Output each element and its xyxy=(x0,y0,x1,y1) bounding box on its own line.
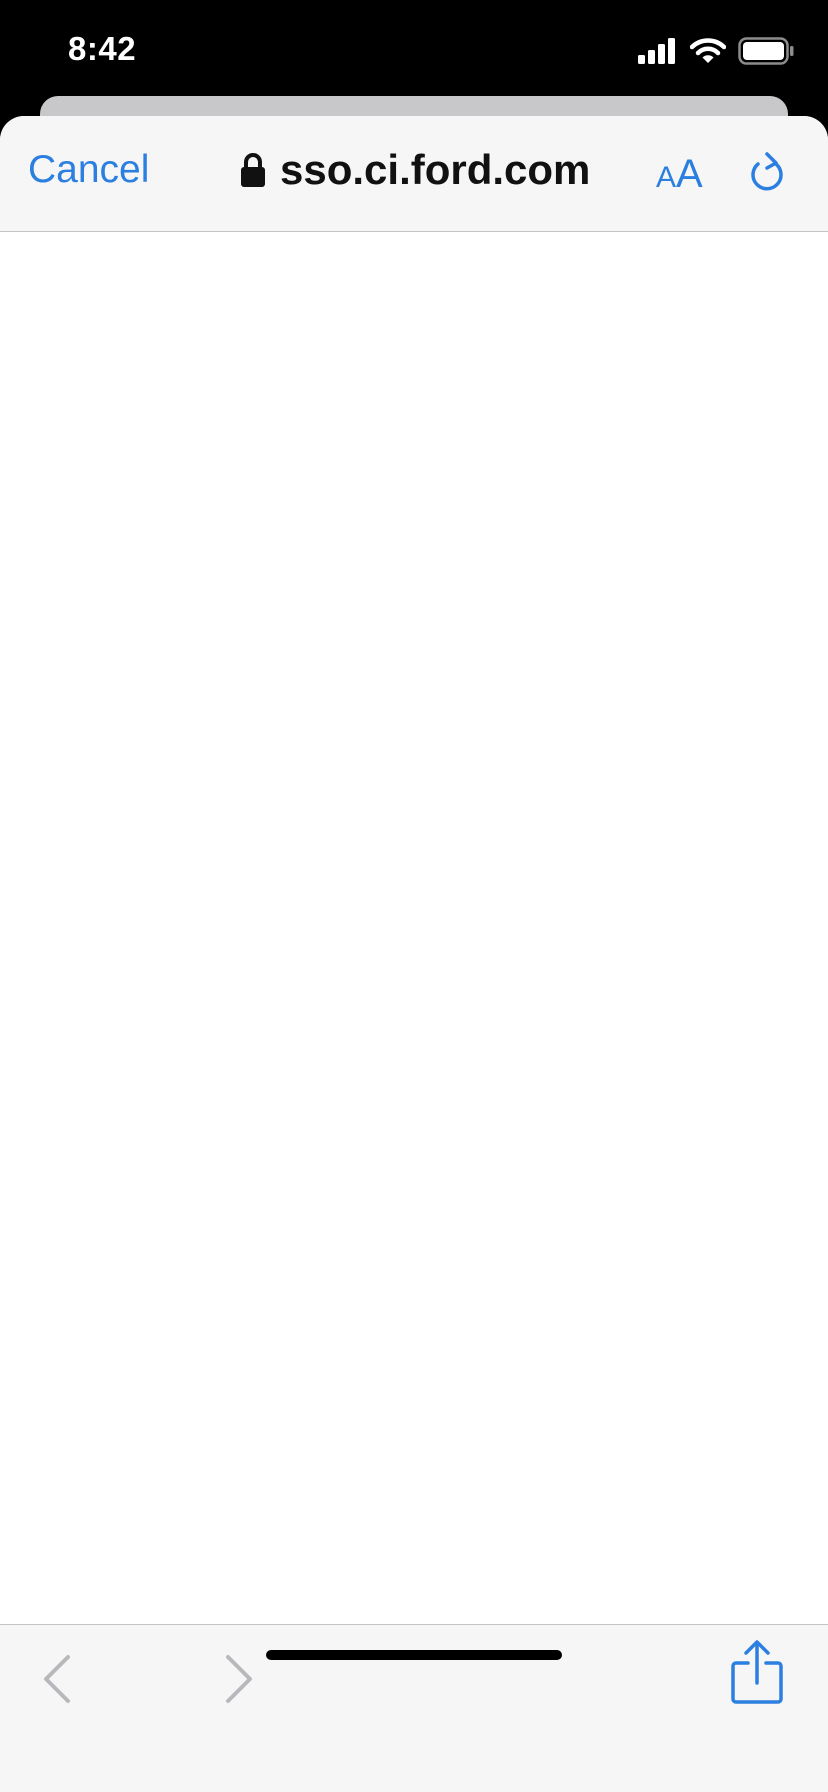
text-size-button[interactable]: AA xyxy=(656,152,703,197)
wifi-icon xyxy=(690,38,726,63)
reload-button[interactable] xyxy=(744,150,792,198)
back-button[interactable] xyxy=(38,1651,78,1707)
reload-icon xyxy=(751,152,783,191)
share-button[interactable] xyxy=(730,1639,784,1705)
browser-nav-bar: Cancel sso.ci.ford.com AA xyxy=(0,116,828,232)
text-size-small-label: A xyxy=(656,161,677,194)
lock-icon xyxy=(241,153,265,187)
cellular-signal-icon xyxy=(638,38,675,64)
share-icon xyxy=(731,1640,783,1704)
text-size-large-label: A xyxy=(676,152,703,196)
status-time: 8:42 xyxy=(68,30,137,67)
status-bar: 8:42 xyxy=(0,0,828,100)
address-bar[interactable]: sso.ci.ford.com xyxy=(240,146,590,194)
home-indicator[interactable] xyxy=(266,1650,562,1660)
url-text: sso.ci.ford.com xyxy=(280,146,591,193)
forward-button[interactable] xyxy=(218,1651,258,1707)
status-icons xyxy=(638,36,794,66)
cancel-button[interactable]: Cancel xyxy=(28,148,149,192)
web-content-area[interactable] xyxy=(0,232,828,1740)
safari-view-sheet: Cancel sso.ci.ford.com AA xyxy=(0,116,828,1792)
chevron-right-icon xyxy=(226,1655,252,1703)
chevron-left-icon xyxy=(44,1655,70,1703)
battery-icon xyxy=(738,37,794,65)
